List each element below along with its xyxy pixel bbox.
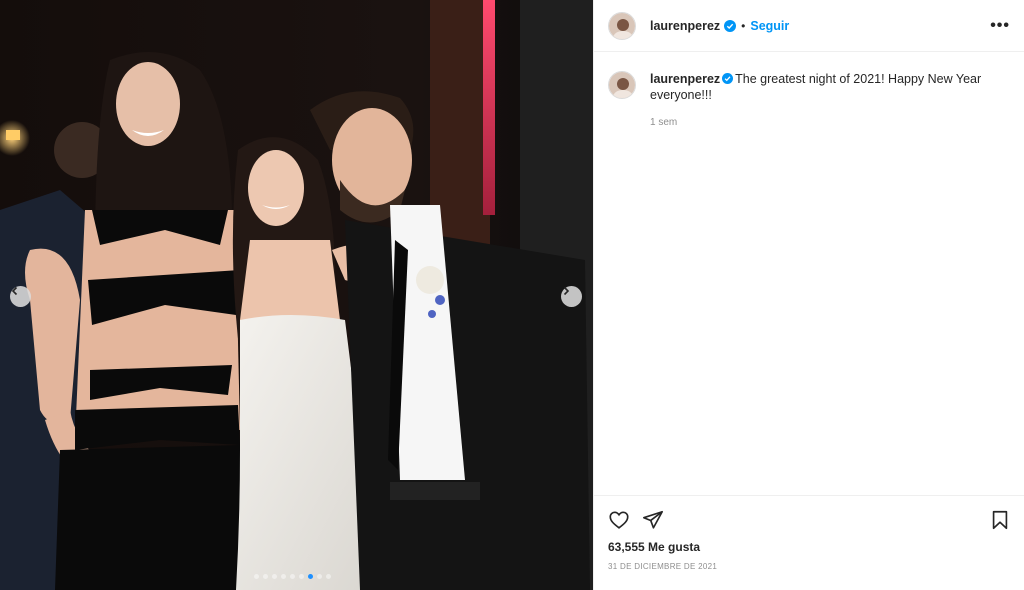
caption-avatar[interactable] [608,71,636,99]
caption-username[interactable]: laurenperez [650,72,720,86]
carousel-dot [281,574,286,579]
heart-icon[interactable] [608,509,630,531]
like-count[interactable]: 63,555 Me gusta [608,540,1011,554]
post-photo[interactable] [0,0,593,590]
post-date: 31 DE DICIEMBRE DE 2021 [608,562,718,571]
carousel-dot-active [308,574,313,579]
carousel-prev-button[interactable] [10,286,31,307]
avatar-image [609,72,635,98]
caption-body: laurenperez The greatest night of 2021! H… [650,71,990,131]
carousel-dot [290,574,295,579]
carousel-dot [254,574,259,579]
carousel-dots [254,574,331,579]
caption: laurenperez The greatest night of 2021! H… [594,52,1024,131]
username[interactable]: laurenperez [650,19,720,33]
bookmark-icon[interactable] [989,509,1011,531]
carousel-dot [317,574,322,579]
carousel-dot [272,574,277,579]
verified-badge-icon [722,73,734,84]
photo-illustration [0,0,593,590]
post-header: laurenperez • Seguir ••• [594,0,1024,52]
follow-button[interactable]: Seguir [750,19,789,33]
carousel-dot [326,574,331,579]
post-actions: 63,555 Me gusta 31 DE DICIEMBRE DE 2021 [594,495,1024,571]
carousel-dot [299,574,304,579]
separator: • [741,18,746,33]
avatar-image [609,12,635,39]
chevron-left-icon [11,286,18,296]
carousel-next-button[interactable] [561,286,582,307]
chevron-right-icon [563,286,570,296]
action-row [608,508,1011,532]
verified-badge-icon [724,19,737,32]
avatar[interactable] [608,11,636,40]
share-icon[interactable] [642,509,664,531]
carousel-dot [263,574,268,579]
post-side-panel: laurenperez • Seguir ••• laurenperez The … [593,0,1024,590]
more-options-button[interactable]: ••• [990,17,1010,35]
post-age[interactable]: 1 sem [650,115,990,131]
